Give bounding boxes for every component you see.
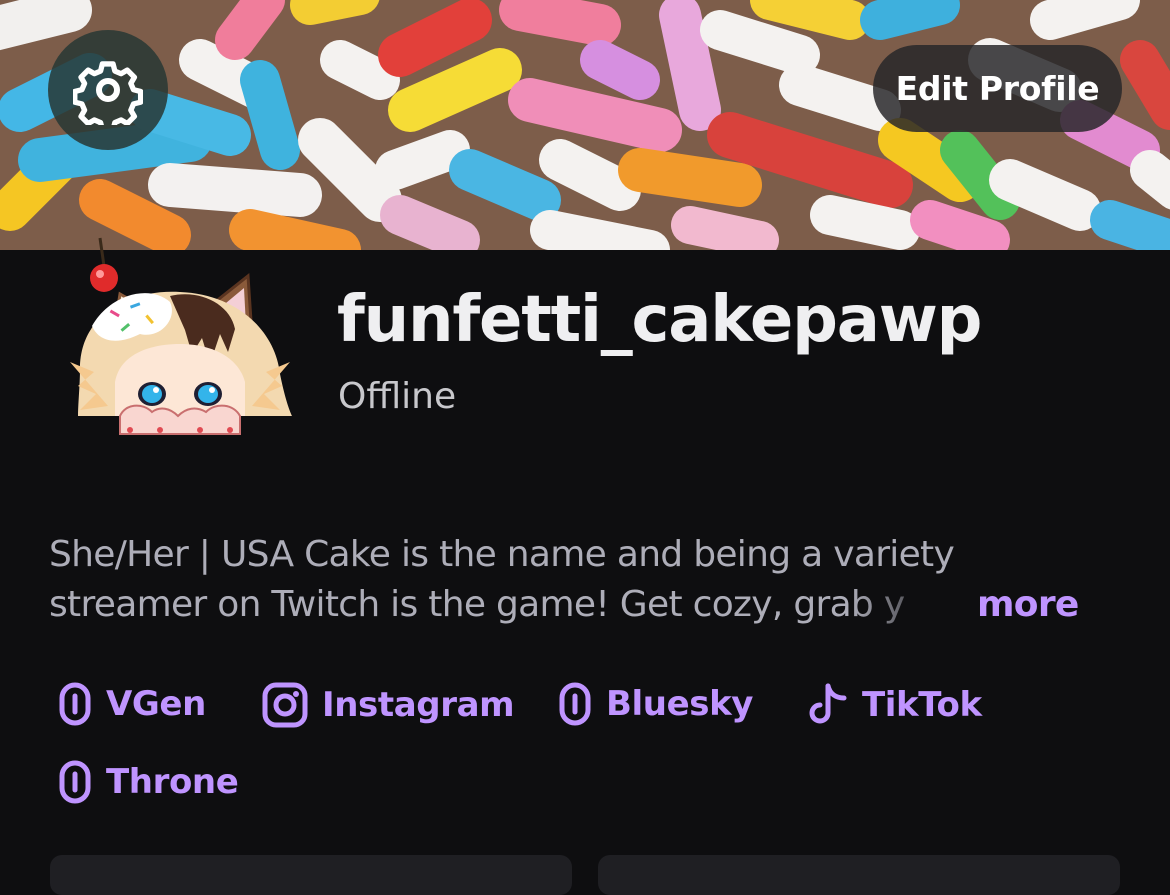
social-link-label: Bluesky (606, 684, 754, 724)
link-icon (59, 682, 91, 726)
social-link-tiktok[interactable]: TikTok (806, 682, 982, 728)
settings-button[interactable] (48, 30, 168, 150)
link-icon (59, 760, 91, 804)
social-link-instagram[interactable]: Instagram (262, 682, 515, 728)
edit-profile-button[interactable]: Edit Profile (873, 45, 1122, 132)
social-link-label: TikTok (862, 685, 982, 725)
social-link-vgen[interactable]: VGen (58, 682, 206, 726)
bio-line-2: streamer on Twitch is the game! Get cozy… (49, 584, 905, 625)
social-link-throne[interactable]: Throne (58, 760, 239, 804)
social-link-label: Instagram (322, 685, 515, 725)
avatar (60, 234, 300, 446)
panel-card[interactable] (598, 855, 1120, 895)
social-link-label: VGen (106, 684, 206, 724)
bio-line-1: She/Her | USA Cake is the name and being… (49, 534, 955, 575)
more-link[interactable]: more (977, 580, 1079, 630)
instagram-icon (262, 682, 308, 728)
gear-icon (73, 55, 143, 125)
link-icon (559, 682, 591, 726)
username: funfetti_cakepawp (337, 283, 982, 357)
bio: She/Her | USA Cake is the name and being… (49, 530, 1129, 630)
edit-profile-label: Edit Profile (895, 69, 1100, 108)
tiktok-icon (809, 683, 847, 724)
profile-banner: Edit Profile (0, 0, 1170, 250)
social-link-label: Throne (106, 762, 239, 802)
panel-card[interactable] (50, 855, 572, 895)
social-link-bluesky[interactable]: Bluesky (558, 682, 753, 726)
stream-status: Offline (338, 376, 457, 417)
